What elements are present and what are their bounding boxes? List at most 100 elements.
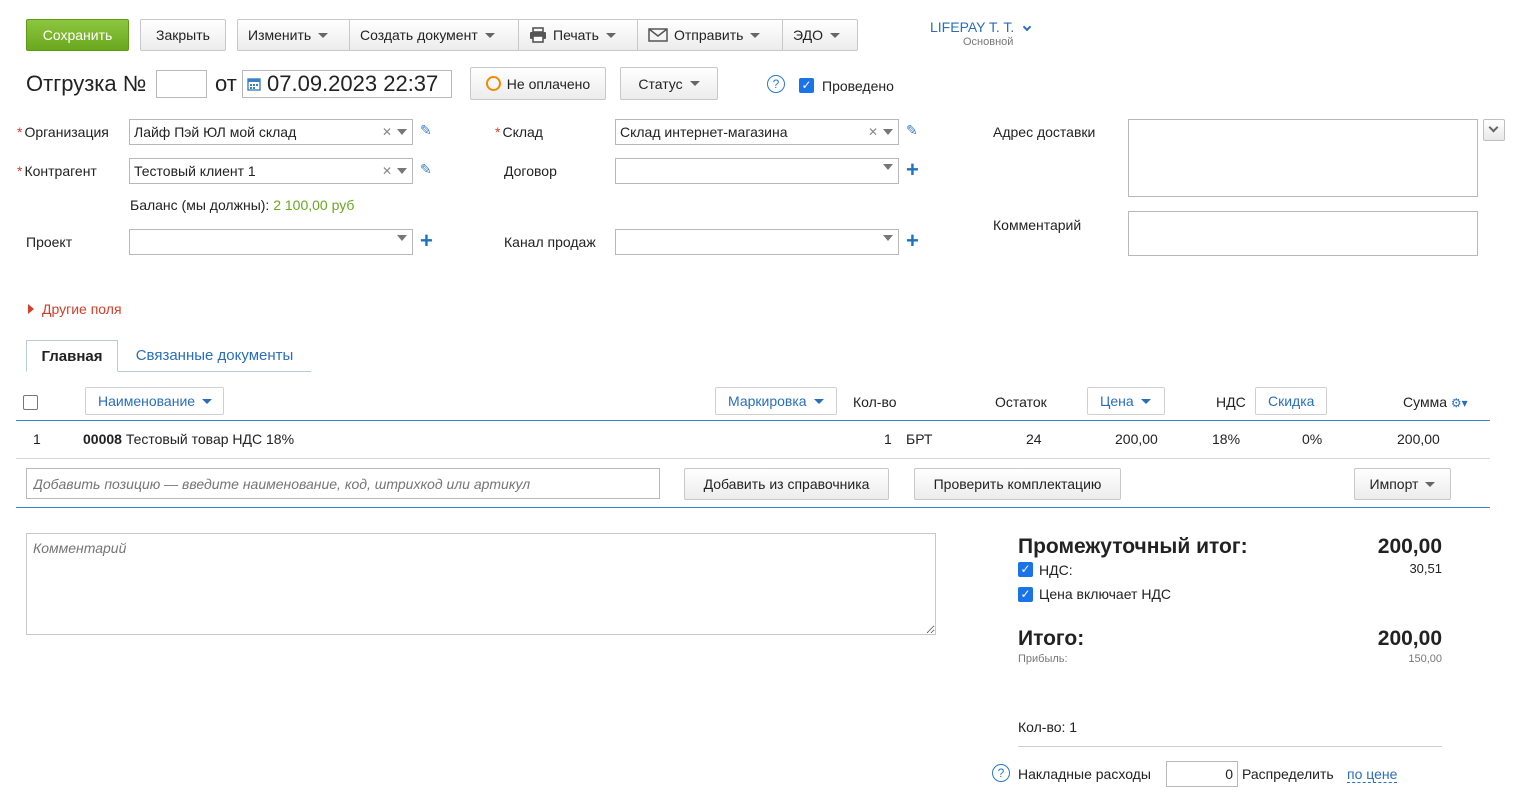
check-kit-label: Проверить комплектацию	[933, 476, 1102, 492]
price-column-header[interactable]: Цена	[1087, 387, 1165, 415]
doc-number-input[interactable]	[156, 70, 207, 98]
close-button[interactable]: Закрыть	[140, 19, 226, 51]
distribute-by-price-link[interactable]: по цене	[1347, 766, 1398, 783]
warehouse-select[interactable]: Склад интернет-магазина ✕	[615, 119, 899, 145]
sum-column-header[interactable]: Сумма ⚙▾	[1403, 394, 1468, 410]
clear-icon[interactable]: ✕	[382, 125, 392, 139]
caret-right-icon	[28, 304, 34, 314]
calendar-icon[interactable]	[247, 77, 261, 91]
dropdown-arrow-icon[interactable]	[883, 164, 893, 170]
date-input[interactable]: 07.09.2023 22:37	[242, 70, 452, 98]
contractor-value: Тестовый клиент 1	[134, 163, 256, 179]
edo-label: ЭДО	[793, 27, 823, 43]
dropdown-arrow-icon[interactable]	[397, 129, 407, 135]
edit-pencil-icon[interactable]: ✎	[420, 161, 432, 178]
clear-icon[interactable]: ✕	[868, 125, 878, 139]
channel-label: Канал продаж	[504, 234, 596, 250]
dropdown-arrow-icon[interactable]	[397, 235, 407, 241]
select-all-checkbox[interactable]	[23, 395, 38, 410]
row-sum[interactable]: 200,00	[1397, 431, 1440, 447]
chevron-down-icon	[813, 398, 824, 404]
tab-main[interactable]: Главная	[26, 340, 118, 372]
channel-select[interactable]	[615, 229, 899, 255]
edit-pencil-icon[interactable]: ✎	[906, 122, 918, 139]
add-from-catalog-label: Добавить из справочника	[703, 476, 870, 492]
status-label: Статус	[638, 75, 683, 92]
contractor-select[interactable]: Тестовый клиент 1 ✕	[129, 158, 413, 184]
overhead-input[interactable]: 0	[1166, 761, 1238, 787]
price-includes-vat-label: Цена включает НДС	[1039, 586, 1172, 602]
profit-label: Прибыль:	[1018, 653, 1068, 665]
contract-select[interactable]	[615, 158, 899, 184]
project-select[interactable]	[129, 229, 413, 255]
vat-checkbox[interactable]: ✓	[1018, 562, 1033, 577]
print-label: Печать	[553, 27, 599, 43]
user-menu[interactable]: LIFEPAY T. T.	[930, 19, 1032, 35]
comment-label: Комментарий	[993, 217, 1082, 233]
row-discount[interactable]: 0%	[1302, 431, 1322, 447]
warehouse-value: Склад интернет-магазина	[620, 124, 788, 140]
total-qty-label: Кол-во: 1	[1018, 719, 1078, 735]
edit-label: Изменить	[248, 27, 312, 43]
total-label: Итого:	[1018, 627, 1085, 650]
org-select[interactable]: Лайф Пэй ЮЛ мой склад ✕	[129, 119, 413, 145]
name-column-header[interactable]: Наименование	[85, 387, 224, 415]
edit-menu-button[interactable]: Изменить	[237, 19, 350, 51]
comment-textarea[interactable]	[26, 533, 936, 635]
org-value: Лайф Пэй ЮЛ мой склад	[134, 124, 297, 140]
create-doc-menu-button[interactable]: Создать документ	[349, 19, 519, 51]
chevron-down-icon	[484, 32, 495, 38]
clear-icon[interactable]: ✕	[382, 164, 392, 178]
chevron-down-icon	[1022, 22, 1032, 32]
overhead-label: Накладные расходы	[1018, 766, 1151, 782]
row-code: 00008	[83, 431, 122, 447]
print-menu-button[interactable]: Печать	[518, 19, 638, 51]
add-contract-icon[interactable]: +	[906, 159, 919, 181]
vat-label: НДС:	[1039, 562, 1073, 578]
total-value: 200,00	[1377, 627, 1442, 650]
chevron-down-icon	[1425, 481, 1436, 487]
status-dropdown[interactable]: Статус	[620, 67, 718, 100]
status-circle-icon	[485, 76, 501, 91]
dropdown-arrow-icon[interactable]	[883, 129, 893, 135]
subtotal-label: Промежуточный итог:	[1018, 535, 1248, 558]
gear-icon[interactable]: ⚙▾	[1451, 396, 1468, 410]
add-from-catalog-button[interactable]: Добавить из справочника	[684, 468, 889, 500]
save-button[interactable]: Сохранить	[26, 19, 129, 51]
edit-pencil-icon[interactable]: ✎	[420, 122, 432, 139]
delivery-address-input[interactable]	[1128, 119, 1478, 197]
marking-column-header[interactable]: Маркировка	[715, 387, 837, 415]
chevron-down-icon	[605, 32, 616, 38]
warehouse-label: * Склад	[495, 124, 543, 140]
expand-address-button[interactable]	[1483, 119, 1505, 141]
tab-related[interactable]: Связанные документы	[118, 340, 311, 372]
row-price[interactable]: 200,00	[1115, 431, 1158, 447]
add-project-icon[interactable]: +	[420, 230, 433, 252]
table-header-divider	[16, 420, 1490, 421]
dropdown-arrow-icon[interactable]	[883, 235, 893, 241]
edo-menu-button[interactable]: ЭДО	[782, 19, 858, 51]
comment-header-input[interactable]	[1128, 211, 1478, 256]
vat-value: 30,51	[1409, 561, 1442, 576]
payment-status-label: Не оплачено	[506, 75, 591, 92]
other-fields-label: Другие поля	[42, 301, 122, 317]
send-menu-button[interactable]: Отправить	[637, 19, 783, 51]
row-vat[interactable]: 18%	[1212, 431, 1240, 447]
row-qty[interactable]: 1	[884, 431, 892, 447]
dropdown-arrow-icon[interactable]	[397, 168, 407, 174]
posted-checkbox[interactable]: ✓	[799, 78, 814, 93]
posted-label: Проведено	[822, 78, 894, 94]
chevron-down-icon	[1140, 398, 1151, 404]
discount-column-header[interactable]: Скидка	[1255, 387, 1327, 415]
price-includes-vat-checkbox[interactable]: ✓	[1018, 587, 1033, 602]
other-fields-toggle[interactable]: Другие поля	[28, 301, 122, 317]
import-button[interactable]: Импорт	[1354, 468, 1451, 500]
help-icon[interactable]: ?	[992, 764, 1010, 782]
payment-status-button[interactable]: Не оплачено	[470, 67, 606, 100]
add-position-input[interactable]	[26, 468, 660, 499]
help-icon[interactable]: ?	[767, 75, 785, 93]
check-kit-button[interactable]: Проверить комплектацию	[914, 468, 1121, 500]
chevron-down-icon	[202, 398, 213, 404]
row-name: Тестовый товар НДС 18%	[125, 431, 295, 447]
add-channel-icon[interactable]: +	[906, 230, 919, 252]
